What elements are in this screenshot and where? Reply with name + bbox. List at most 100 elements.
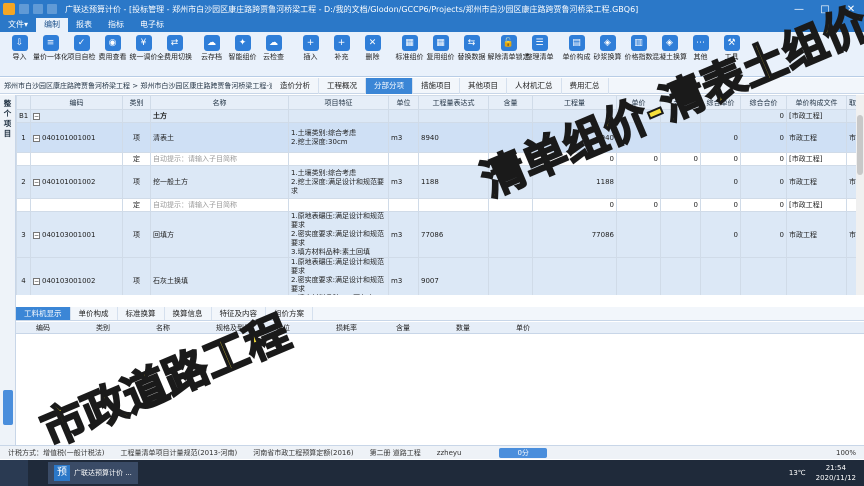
col-unit[interactable]: 单位 xyxy=(388,95,419,110)
bill-row[interactable]: 1−040101001001 项清表土 1.土壤类别:综合考虑 2.挖土深度:30cm… xyxy=(16,122,856,153)
tab-standard-conversion[interactable]: 标准换算 xyxy=(118,307,165,320)
collapse-icon[interactable]: − xyxy=(33,179,40,186)
ribbon-button-5[interactable]: ⇄ 全费用切换 xyxy=(157,32,192,62)
quota-hint-input[interactable]: 自动提示：请输入子目简称 xyxy=(150,152,289,166)
tab-cost-analysis[interactable]: 造价分析 xyxy=(272,77,319,94)
ribbon-button-16[interactable]: ☰ 整理清单 xyxy=(524,32,555,62)
section-row-b1[interactable]: B1 − 土方 0 [市政工程] xyxy=(16,109,856,123)
tab-labor-material[interactable]: 人材机汇总 xyxy=(507,77,562,94)
sidebar-handle[interactable] xyxy=(3,390,13,425)
tab-project-overview[interactable]: 工程概况 xyxy=(319,77,366,94)
ribbon-button-1[interactable]: ≡ 量价一体化 xyxy=(33,32,68,62)
row-name[interactable]: 回填方 xyxy=(150,211,289,258)
menu-ebid[interactable]: 电子标 xyxy=(132,18,172,32)
start-button[interactable] xyxy=(0,460,28,486)
menu-report[interactable]: 报表 xyxy=(68,18,100,32)
row-expr[interactable]: 77086 xyxy=(418,211,489,258)
collapse-icon[interactable]: − xyxy=(33,113,40,120)
ribbon-button-3[interactable]: ◉ 费用查看 xyxy=(97,32,128,62)
detail-col-code[interactable]: 编码 xyxy=(16,322,76,333)
ribbon-button-14[interactable]: ⇆ 替换数据 xyxy=(456,32,487,62)
weather-temp[interactable]: 13℃ xyxy=(789,469,806,477)
ribbon-button-6[interactable]: ☁ 云存档 xyxy=(196,32,227,62)
row-unit[interactable]: m3 xyxy=(388,122,419,153)
row-name[interactable]: 石灰土换填 xyxy=(150,257,289,295)
row-unit[interactable]: m3 xyxy=(388,211,419,258)
detail-col-name[interactable]: 名称 xyxy=(136,322,196,333)
ribbon-button-15[interactable]: 🔓 解除清单锁定 xyxy=(488,32,530,62)
row-code[interactable]: −040101001001 xyxy=(30,122,123,153)
row-expr[interactable]: 9007 xyxy=(418,257,489,295)
menu-file[interactable]: 文件▾ xyxy=(0,18,36,32)
collapse-icon[interactable]: − xyxy=(33,277,40,285)
col-code[interactable]: 编码 xyxy=(30,95,123,110)
tab-sub-items[interactable]: 分部分项 xyxy=(366,77,413,94)
ribbon-button-7[interactable]: ✦ 智能组价 xyxy=(227,32,258,62)
row-unit[interactable]: m3 xyxy=(388,257,419,295)
detail-col-content[interactable]: 含量 xyxy=(376,322,436,333)
ribbon-button-9[interactable]: + 插入 xyxy=(295,32,326,62)
tab-labor-material-display[interactable]: 工料机显示 xyxy=(16,307,71,320)
undo-icon[interactable] xyxy=(33,4,43,14)
ribbon-button-2[interactable]: ✓ 项目自检 xyxy=(66,32,97,62)
row-code[interactable]: −040103001001 xyxy=(30,211,123,258)
taskbar-app-glodon[interactable]: 预 广联达预算计价 ... xyxy=(48,462,138,484)
row-feature[interactable]: 1.土壤类别:综合考虑 2.挖土深度:30cm xyxy=(288,122,389,153)
col-content[interactable]: 含量 xyxy=(488,95,533,110)
tab-unit-price[interactable]: 单价构成 xyxy=(71,307,118,320)
col-major[interactable]: 取费专业 xyxy=(846,95,856,110)
vertical-scrollbar[interactable] xyxy=(856,95,864,295)
quota-hint-input[interactable]: 自动提示：请输入子目简称 xyxy=(150,198,289,212)
quota-row[interactable]: 定自动提示：请输入子目简称 0 0 0 0 0 [市政工程] xyxy=(16,152,856,166)
ribbon-button-11[interactable]: ✕ 删除 xyxy=(357,32,388,62)
row-feature[interactable]: 1.原地表碾压:满足设计和规范要求2.密实度要求:满足设计和规范要求3.填方材料… xyxy=(288,211,389,258)
tab-other-items[interactable]: 其他项目 xyxy=(460,77,507,94)
tab-measures[interactable]: 措施项目 xyxy=(413,77,460,94)
zoom-level[interactable]: 100% xyxy=(828,449,864,457)
status-score-badge[interactable]: 0分 xyxy=(499,447,547,458)
row-unit[interactable]: m3 xyxy=(388,165,419,199)
col-feature[interactable]: 项目特征 xyxy=(288,95,389,110)
bill-row[interactable]: 3−040103001001 项回填方 1.原地表碾压:满足设计和规范要求 2.密实度… xyxy=(16,211,856,258)
breadcrumb[interactable]: 郑州市白沙园区康庄路跨贾鲁河桥梁工程 > 郑州市白沙园区康庄路跨贾鲁河桥梁工程-… xyxy=(0,81,272,91)
col-type[interactable]: 类别 xyxy=(122,95,151,110)
ribbon-button-8[interactable]: ☁ 云检查 xyxy=(258,32,289,62)
ribbon-button-19[interactable]: ▥ 价格指数 xyxy=(623,32,654,62)
row-name[interactable]: 清表土 xyxy=(150,122,289,153)
detail-col-price[interactable]: 单价 xyxy=(496,322,556,333)
ribbon-button-10[interactable]: + 补充 xyxy=(326,32,357,62)
ribbon-button-20[interactable]: ◈ 混凝土换算 xyxy=(652,32,687,62)
clock[interactable]: 21:54 2020/11/12 xyxy=(816,463,856,483)
col-expr[interactable]: 工程量表达式 xyxy=(418,95,489,110)
row-code[interactable]: −040103001002 xyxy=(30,257,123,295)
col-name[interactable]: 名称 xyxy=(150,95,289,110)
col-file[interactable]: 单价构成文件 xyxy=(786,95,847,110)
row-feature[interactable]: 1.土壤类别:综合考虑 2.挖土深度:满足设计和规范要求 xyxy=(288,165,389,199)
save-icon[interactable] xyxy=(19,4,29,14)
row-code[interactable]: −040101001002 xyxy=(30,165,123,199)
ribbon-button-17[interactable]: ▤ 单价构成 xyxy=(561,32,592,62)
ribbon-button-0[interactable]: ⇩ 导入 xyxy=(4,32,35,62)
menu-index[interactable]: 指标 xyxy=(100,18,132,32)
row-name[interactable]: 挖一般土方 xyxy=(150,165,289,199)
collapse-icon[interactable]: − xyxy=(33,134,40,142)
redo-icon[interactable] xyxy=(47,4,57,14)
detail-col-type[interactable]: 类别 xyxy=(76,322,136,333)
quota-row[interactable]: 定自动提示：请输入子目简称 0 0 0 0 0 [市政工程] xyxy=(16,198,856,212)
detail-col-amount[interactable]: 数量 xyxy=(436,322,496,333)
detail-col-loss[interactable]: 损耗率 xyxy=(316,322,376,333)
collapse-icon[interactable]: − xyxy=(33,231,40,239)
ribbon-button-4[interactable]: ¥ 统一调价 xyxy=(128,32,159,62)
tab-fee-summary[interactable]: 费用汇总 xyxy=(562,77,609,94)
tab-conversion-info[interactable]: 换算信息 xyxy=(165,307,212,320)
bill-grid[interactable]: 编码 类别 名称 项目特征 单位 工程量表达式 含量 工程量 单价 合价 综合单… xyxy=(16,95,856,295)
project-tree-sidebar[interactable]: 整个项目 xyxy=(0,95,16,445)
bill-row[interactable]: 2−040101001002 项挖一般土方 1.土壤类别:综合考虑 2.挖土深度:满足… xyxy=(16,165,856,199)
ribbon-button-18[interactable]: ◈ 砂浆换算 xyxy=(592,32,623,62)
expand-cell[interactable]: − xyxy=(30,109,123,123)
ribbon-button-12[interactable]: ▦ 标准组价 xyxy=(394,32,425,62)
bill-row[interactable]: 4−040103001002 项石灰土换填 1.原地表碾压:满足设计和规范要求 2.密… xyxy=(16,257,856,295)
menu-edit[interactable]: 编制 xyxy=(36,18,69,32)
ribbon-button-13[interactable]: ▦ 复用组价 xyxy=(425,32,456,62)
scrollbar-thumb[interactable] xyxy=(857,115,863,175)
